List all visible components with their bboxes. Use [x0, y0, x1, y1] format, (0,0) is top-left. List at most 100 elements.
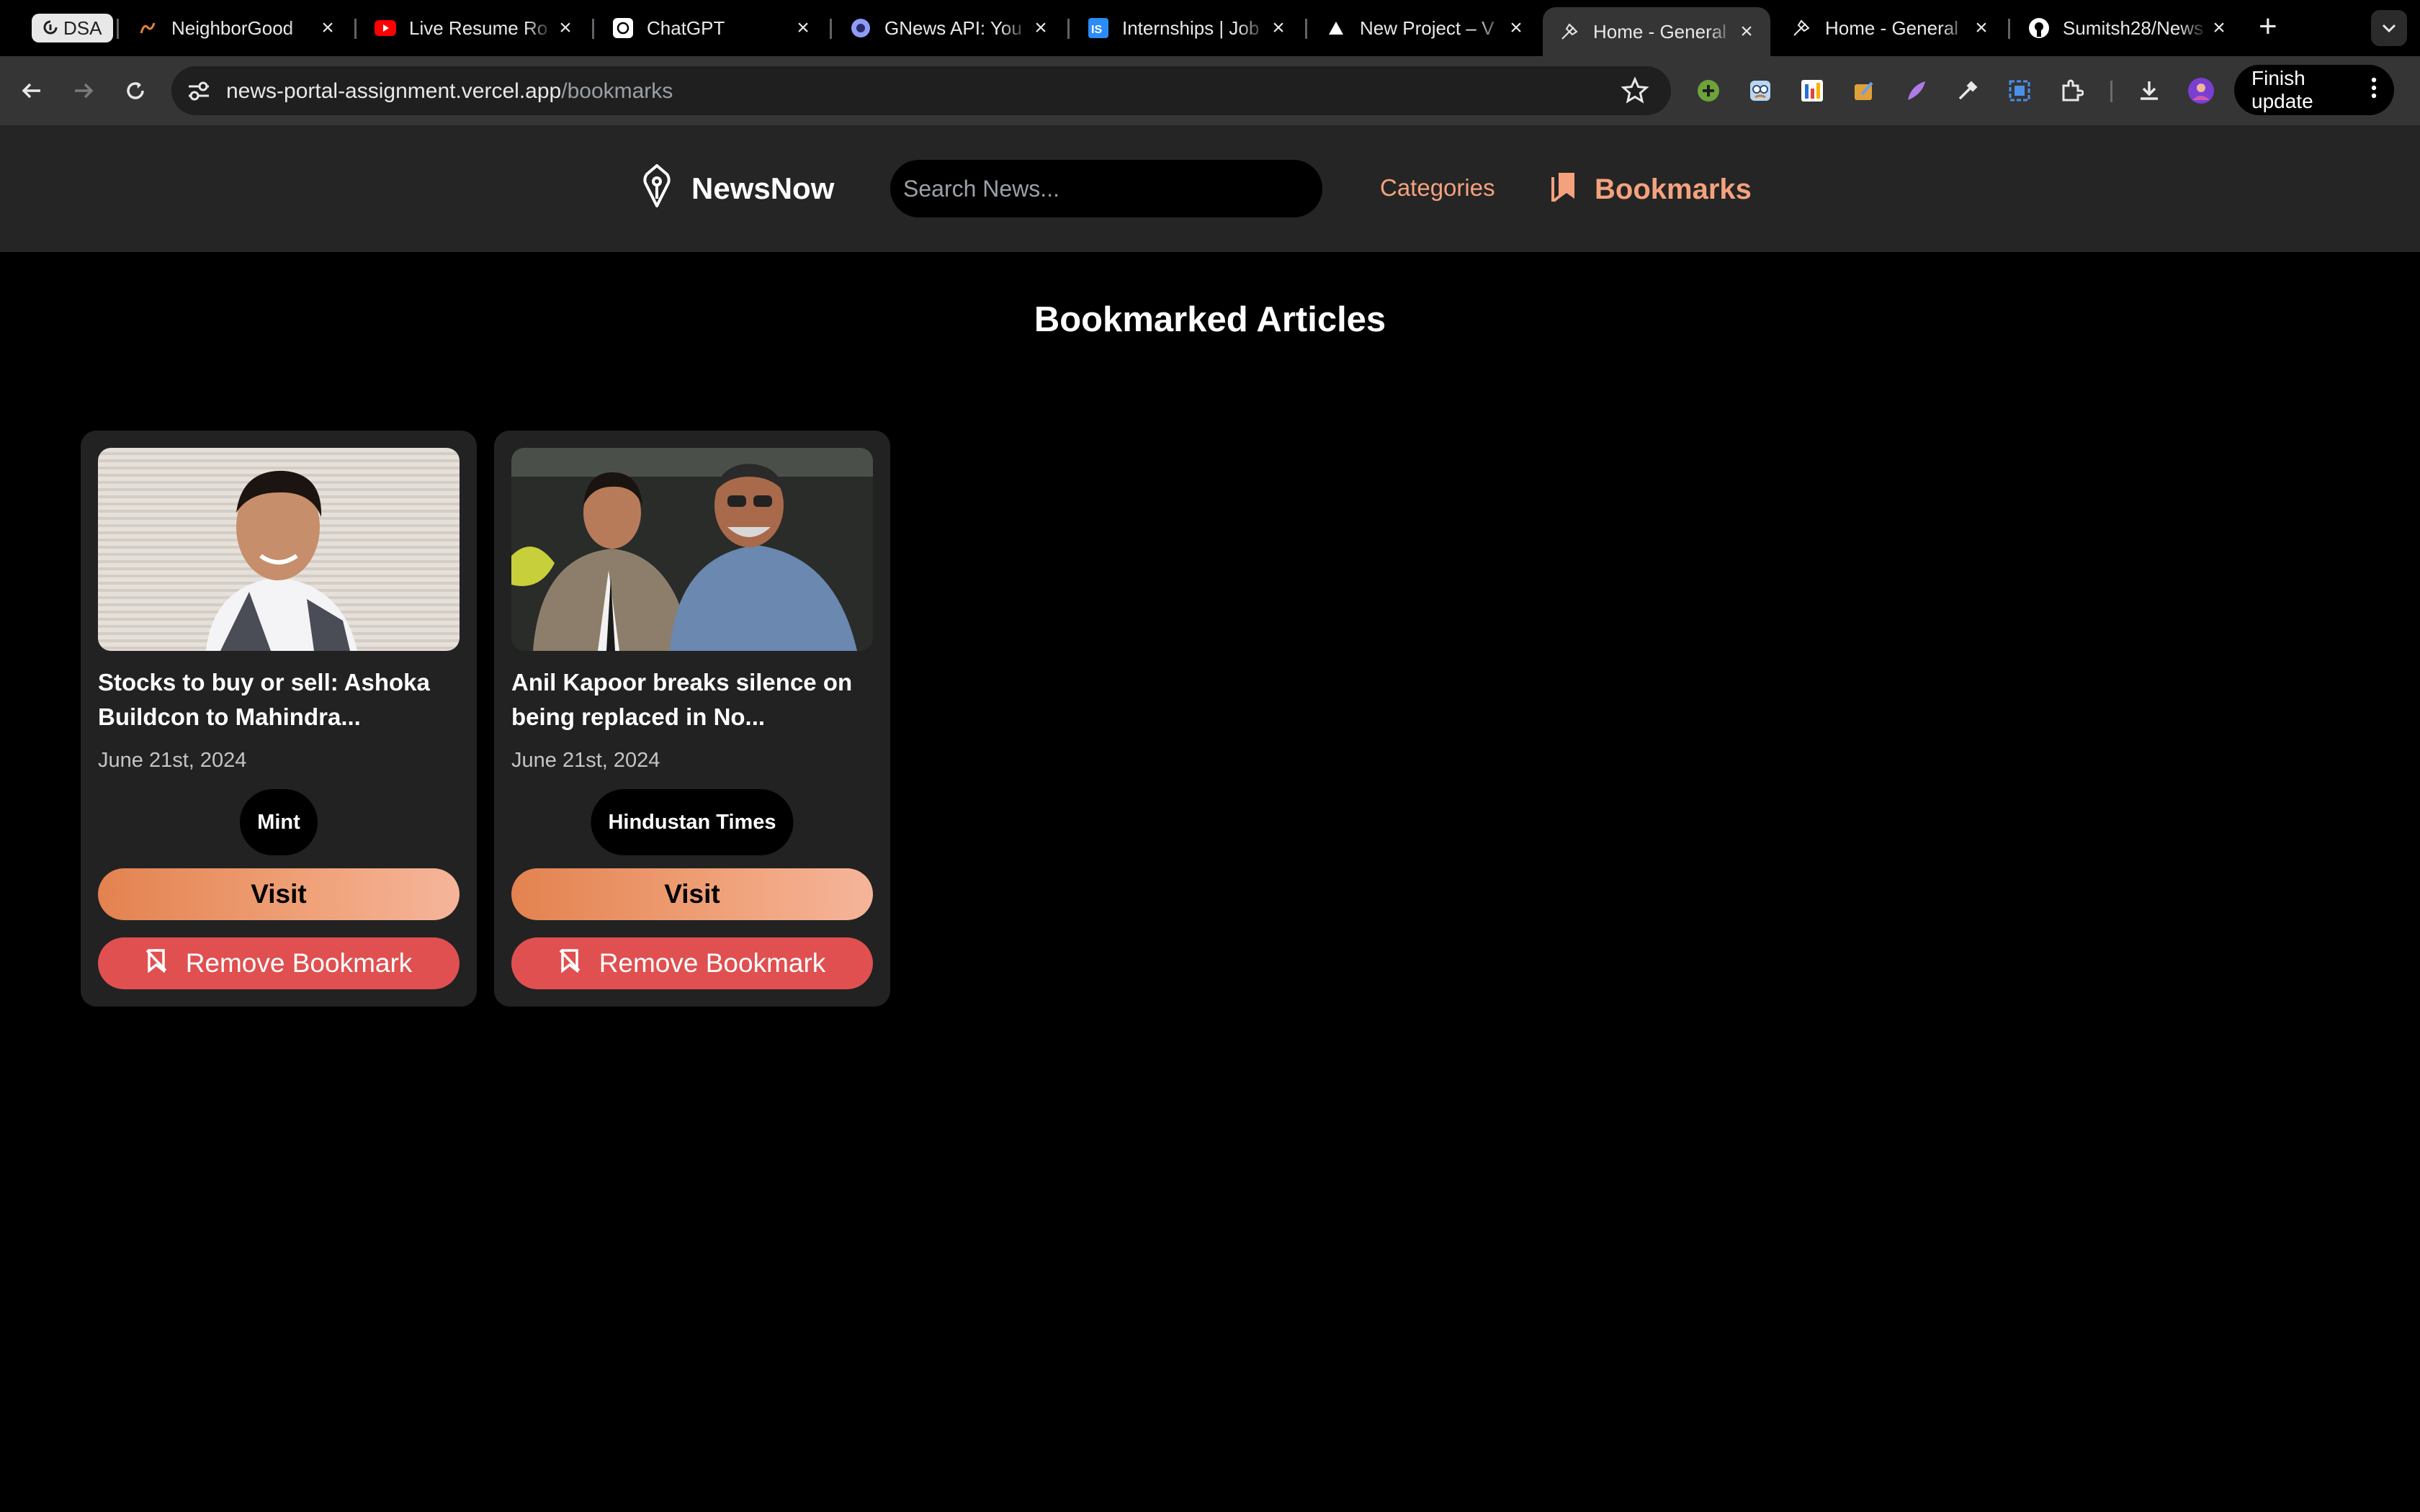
bookmark-card: Stocks to buy or sell: Ashoka Buildcon t…: [81, 431, 477, 1007]
remove-bookmark-label: Remove Bookmark: [599, 948, 826, 978]
app-header: NewsNow Categories Bookmarks: [0, 125, 2420, 252]
close-icon[interactable]: ×: [1030, 16, 1052, 40]
url-text[interactable]: news-portal-assignment.vercel.app/bookma…: [226, 79, 673, 104]
tab-separator: [592, 19, 594, 39]
search-box[interactable]: [890, 160, 1322, 217]
tab-group-chip[interactable]: DSA: [32, 14, 114, 42]
profile-avatar[interactable]: [2187, 76, 2215, 105]
extension-chart-icon[interactable]: [1798, 76, 1827, 105]
github-icon: [2028, 17, 2050, 39]
tab-separator: [117, 19, 119, 39]
neighborgood-icon: [137, 17, 158, 39]
close-icon[interactable]: ×: [792, 16, 814, 40]
new-tab-button[interactable]: +: [2259, 9, 2277, 45]
tab-group-label: DSA: [63, 17, 102, 39]
tab-title: Internships | Job: [1122, 17, 1260, 39]
arrow-left-icon: [22, 83, 40, 99]
downloads-icon[interactable]: [2135, 76, 2164, 105]
browser-toolbar: news-portal-assignment.vercel.app/bookma…: [0, 56, 2420, 125]
article-thumbnail[interactable]: [98, 448, 460, 651]
extension-feather-icon[interactable]: [1901, 76, 1930, 105]
article-headline[interactable]: Stocks to buy or sell: Ashoka Buildcon t…: [98, 665, 460, 734]
close-icon[interactable]: ×: [1505, 16, 1527, 40]
reload-icon: [127, 82, 144, 99]
source-badge: Mint: [240, 789, 318, 855]
extensions-puzzle-icon[interactable]: [2057, 76, 2086, 105]
visit-button[interactable]: Visit: [511, 868, 873, 920]
article-date: June 21st, 2024: [511, 749, 660, 772]
tab-github[interactable]: Sumitsh28/News ×: [2012, 7, 2243, 49]
extension-clipboard-icon[interactable]: [1850, 76, 1878, 105]
tab-title: NeighborGood: [171, 17, 294, 39]
tab-title: Live Resume Ro: [409, 17, 548, 39]
close-icon[interactable]: ×: [1736, 19, 1757, 44]
tab-neighborgood[interactable]: NeighborGood ×: [121, 7, 351, 49]
tab-gnews[interactable]: GNews API: You ×: [834, 7, 1065, 49]
address-bar[interactable]: news-portal-assignment.vercel.app/bookma…: [171, 66, 1671, 115]
back-button[interactable]: [14, 73, 49, 108]
bookmark-star-icon[interactable]: [1621, 76, 1649, 105]
arrow-right-icon: [75, 83, 94, 99]
close-icon[interactable]: ×: [555, 16, 576, 40]
close-icon[interactable]: ×: [1971, 16, 1992, 40]
tab-search-button[interactable]: [2371, 10, 2407, 46]
close-icon[interactable]: ×: [2208, 16, 2230, 40]
bookmark-slash-icon: [559, 948, 581, 979]
tab-live-resume[interactable]: Live Resume Ro ×: [359, 7, 589, 49]
bookmark-slash-icon: [145, 948, 167, 979]
browser-tab-strip: DSA NeighborGood × Live Resume Ro × Chat…: [0, 0, 2420, 56]
gnews-icon: [850, 17, 871, 39]
article-headline[interactable]: Anil Kapoor breaks silence on being repl…: [511, 665, 873, 734]
article-thumbnail[interactable]: [511, 448, 873, 651]
bookmarks-icon: [1550, 170, 1579, 209]
visit-button[interactable]: Visit: [98, 868, 460, 920]
nav-categories-link[interactable]: Categories: [1380, 174, 1495, 202]
tab-title: ChatGPT: [647, 17, 725, 39]
tab-title: GNews API: You: [884, 17, 1022, 39]
brand-link[interactable]: NewsNow: [641, 164, 834, 212]
forward-button[interactable]: [66, 73, 101, 108]
tab-separator: [830, 19, 832, 39]
youtube-icon: [375, 17, 396, 39]
tab-group-icon: [43, 17, 58, 40]
nav-bookmarks-link[interactable]: Bookmarks: [1550, 170, 1752, 209]
tab-separator: [354, 19, 357, 39]
extension-screenshot-icon[interactable]: [2005, 76, 2034, 105]
svg-text:IS: IS: [1091, 24, 1102, 36]
vercel-icon: [1325, 17, 1347, 39]
toolbar-divider: [2110, 81, 2112, 102]
tab-title: Home - General: [1825, 17, 1958, 39]
extension-green-plus-icon[interactable]: [1694, 76, 1723, 105]
url-path: /bookmarks: [561, 79, 673, 103]
chatgpt-icon: [612, 17, 634, 39]
remove-bookmark-button[interactable]: Remove Bookmark: [511, 937, 873, 989]
bookmark-card: Anil Kapoor breaks silence on being repl…: [494, 431, 890, 1007]
tab-internships[interactable]: IS Internships | Job ×: [1072, 7, 1302, 49]
nav-bookmarks-label: Bookmarks: [1595, 173, 1752, 205]
site-settings-icon[interactable]: [186, 78, 212, 103]
remove-bookmark-button[interactable]: Remove Bookmark: [98, 937, 460, 989]
tab-home-general-active[interactable]: Home - General ×: [1543, 7, 1770, 56]
reload-button[interactable]: [118, 73, 153, 108]
close-icon[interactable]: ×: [317, 16, 339, 40]
pen-nib-icon: [641, 164, 673, 212]
tab-chatgpt[interactable]: ChatGPT ×: [596, 7, 827, 49]
tab-home-general[interactable]: Home - General ×: [1775, 7, 2005, 49]
close-icon[interactable]: ×: [1268, 16, 1289, 40]
newsnow-icon: [1559, 21, 1580, 42]
article-date: June 21st, 2024: [98, 749, 247, 772]
url-host: news-portal-assignment.vercel.app: [226, 79, 562, 103]
finish-update-button[interactable]: Finish update: [2234, 65, 2394, 115]
extension-eyedropper-icon[interactable]: [1953, 76, 1982, 105]
internshala-icon: IS: [1088, 17, 1109, 39]
newsnow-icon: [1791, 17, 1812, 39]
tab-title: Home - General: [1593, 20, 1726, 42]
page-title: Bookmarked Articles: [1034, 300, 1386, 339]
source-badge: Hindustan Times: [591, 789, 794, 855]
brand-name: NewsNow: [691, 171, 835, 205]
more-vert-icon: [2371, 76, 2377, 104]
tab-vercel[interactable]: New Project – V ×: [1309, 7, 1540, 49]
finish-update-label: Finish update: [2251, 67, 2313, 112]
search-input[interactable]: [902, 174, 1311, 203]
extension-owl-icon[interactable]: [1746, 76, 1775, 105]
